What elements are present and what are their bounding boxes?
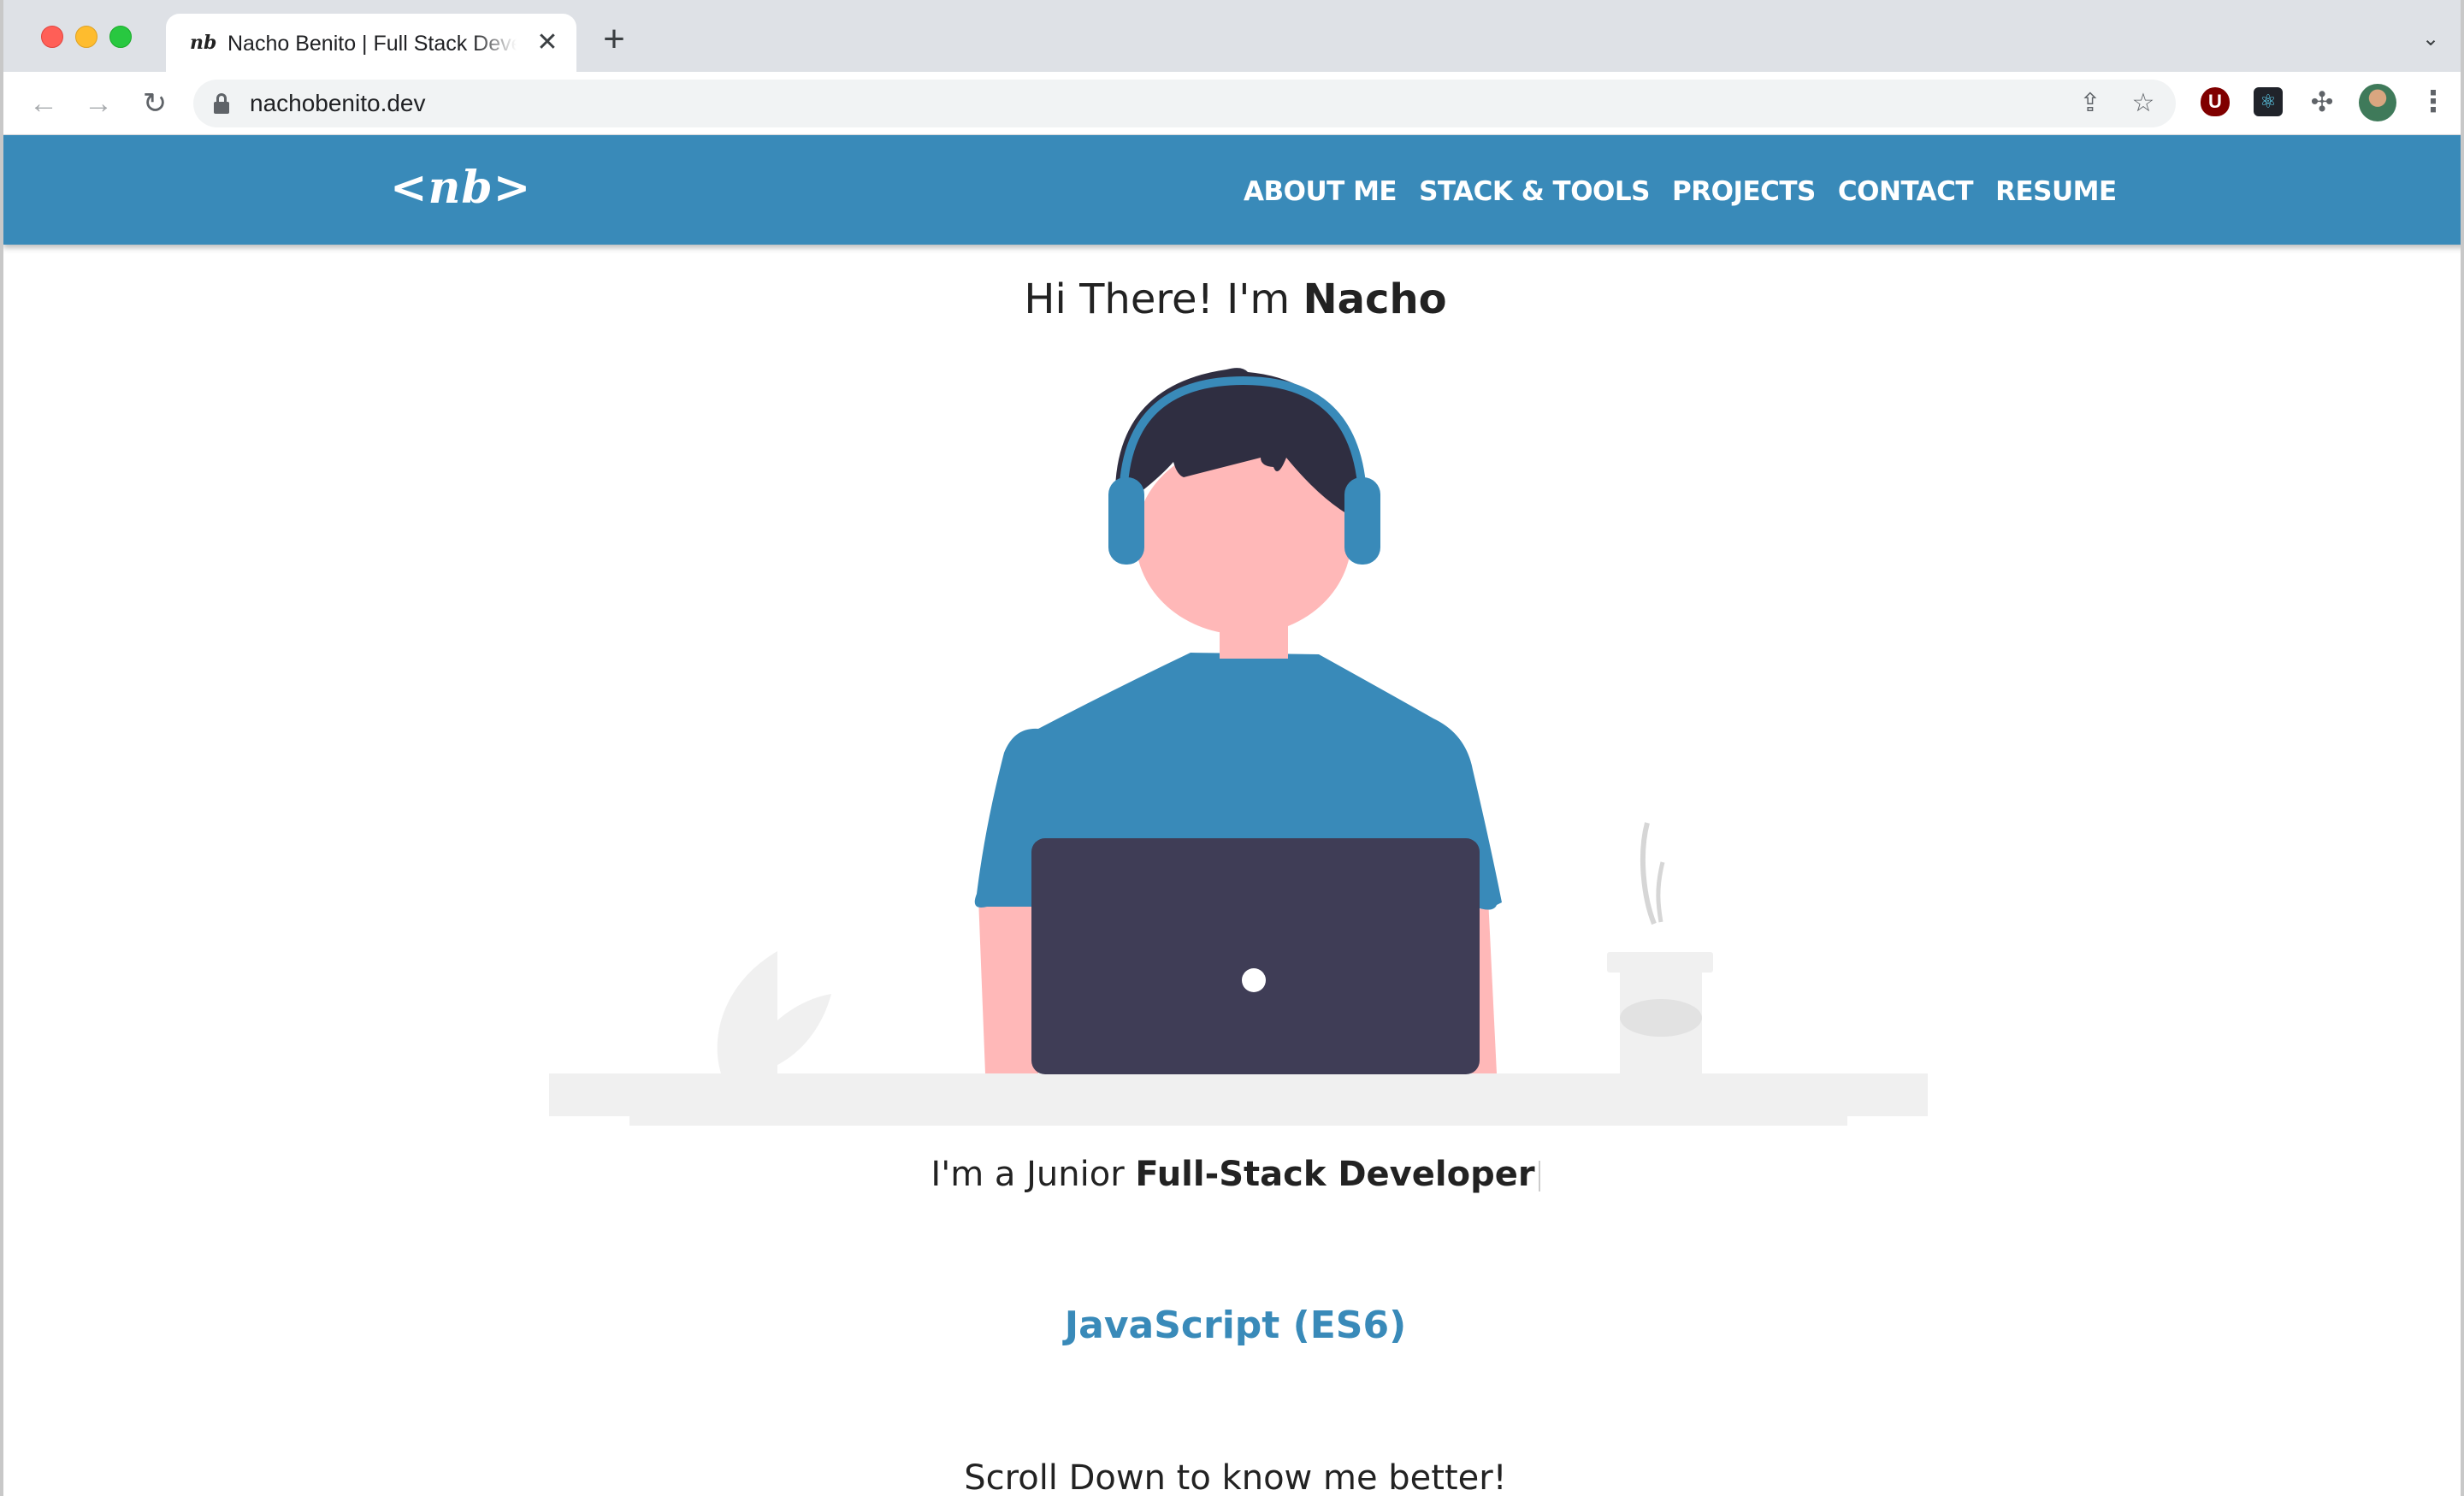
react-devtools-icon[interactable]: ⚛ xyxy=(2254,87,2283,116)
bookmark-star-icon[interactable]: ☆ xyxy=(2128,88,2159,119)
laptop-logo-icon xyxy=(1242,968,1266,992)
subtitle-prefix: I'm a Junior xyxy=(931,1155,1136,1194)
hero-subtitle: I'm a Junior Full-Stack Developer xyxy=(3,1155,2461,1194)
extensions-puzzle-icon[interactable]: ✣ xyxy=(2307,87,2337,116)
coffee-cup-lid xyxy=(1607,952,1713,973)
url-text[interactable]: nachobenito.dev xyxy=(250,88,426,119)
left-arm xyxy=(978,898,1038,1073)
site-logo[interactable]: <nb> xyxy=(390,161,531,216)
headphone-left-icon xyxy=(1108,477,1144,565)
subtitle-role: Full-Stack Developer xyxy=(1135,1155,1535,1194)
profile-avatar[interactable] xyxy=(2359,84,2396,121)
zoom-window-button[interactable] xyxy=(109,26,132,48)
tab-search-icon[interactable]: ⌄ xyxy=(2417,26,2444,53)
site-header: <nb> ABOUT ME STACK & TOOLS PROJECTS CON… xyxy=(3,135,2461,245)
scroll-hint: Scroll Down to know me better! xyxy=(964,1458,1507,1496)
featured-skill: JavaScript (ES6) xyxy=(1064,1304,1407,1347)
nav-link-stack-tools[interactable]: STACK & TOOLS xyxy=(1419,173,1650,210)
close-tab-icon[interactable]: ✕ xyxy=(534,29,561,56)
minimize-window-button[interactable] xyxy=(75,26,97,48)
lock-icon[interactable] xyxy=(214,93,229,114)
favicon-icon: nb xyxy=(190,32,217,54)
headphone-right-icon xyxy=(1344,477,1380,565)
steam-icon-2 xyxy=(1656,861,1665,923)
share-icon[interactable]: ⇪ xyxy=(2075,88,2106,119)
address-bar[interactable]: nachobenito.dev ⇪ ☆ xyxy=(193,80,2176,127)
hero-greeting: Hi There! I'm Nacho xyxy=(3,275,2461,323)
typing-cursor xyxy=(1538,1161,1540,1191)
back-arrow-icon[interactable]: ← xyxy=(26,86,62,121)
close-window-button[interactable] xyxy=(41,26,63,48)
laptop-icon xyxy=(1031,838,1480,1074)
nav-link-about-me[interactable]: ABOUT ME xyxy=(1244,173,1397,210)
site-nav: ABOUT ME STACK & TOOLS PROJECTS CONTACT … xyxy=(1244,173,2117,210)
greeting-name: Nacho xyxy=(1303,275,1447,323)
new-tab-button[interactable]: + xyxy=(597,21,631,58)
nav-link-projects[interactable]: PROJECTS xyxy=(1672,173,1816,210)
nav-link-resume[interactable]: RESUME xyxy=(1995,173,2117,210)
desk-edge xyxy=(629,1112,1847,1126)
greeting-prefix: Hi There! I'm xyxy=(1024,275,1303,323)
forward-arrow-icon[interactable]: → xyxy=(80,86,116,121)
ublock-icon[interactable]: U xyxy=(2201,87,2230,116)
nav-link-contact[interactable]: CONTACT xyxy=(1838,173,1974,210)
tab-title: Nacho Benito | Full Stack Developer xyxy=(227,32,517,56)
desk-top xyxy=(549,1073,1928,1116)
reload-icon[interactable]: ↻ xyxy=(137,86,173,121)
steam-icon xyxy=(1640,822,1657,925)
browser-window: nb Nacho Benito | Full Stack Developer ✕… xyxy=(0,0,2464,1496)
developer-illustration xyxy=(549,368,1928,1126)
coffee-cup-sleeve xyxy=(1620,999,1702,1037)
browser-tab-active[interactable]: nb Nacho Benito | Full Stack Developer ✕ xyxy=(166,14,576,72)
tab-strip: nb Nacho Benito | Full Stack Developer ✕… xyxy=(3,0,2461,72)
browser-toolbar: ← → ↻ nachobenito.dev ⇪ ☆ xyxy=(3,72,2461,135)
kebab-menu-icon[interactable]: ⋮ xyxy=(2419,87,2448,116)
